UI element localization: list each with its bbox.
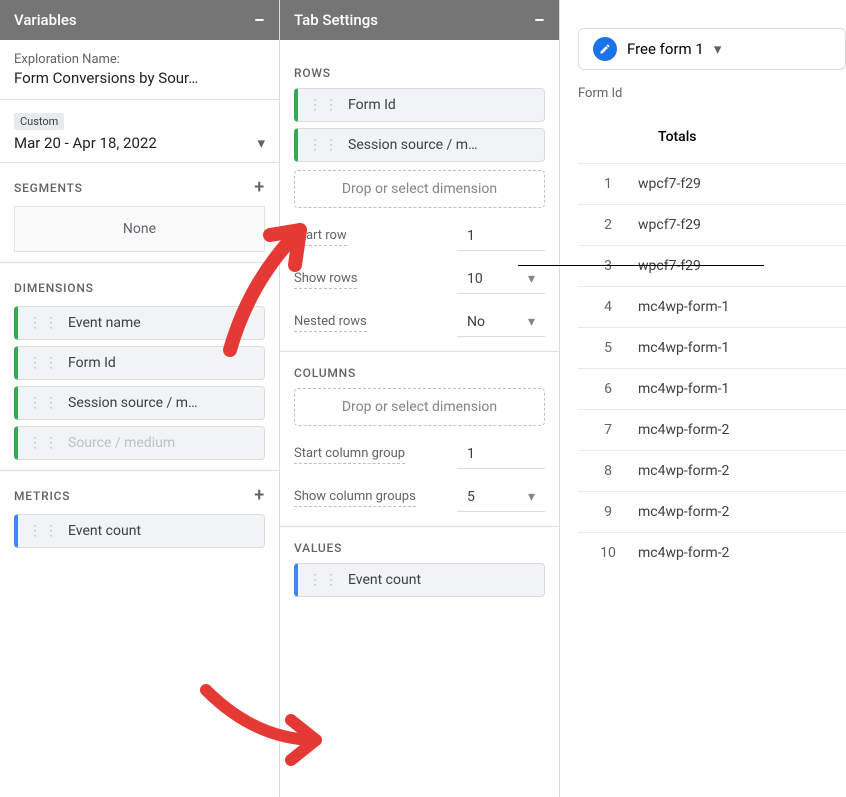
caret-down-icon: ▾ xyxy=(528,489,535,505)
start-column-group-label: Start column group xyxy=(294,446,405,464)
date-range-custom-tag: Custom xyxy=(14,113,64,130)
row-index: 5 xyxy=(578,328,638,369)
table-row[interactable]: 3wpcf7-f29 xyxy=(578,246,846,287)
show-rows-label: Show rows xyxy=(294,271,357,289)
grip-icon: ⋮⋮ xyxy=(28,523,60,539)
row-formid: mc4wp-form-2 xyxy=(638,533,846,574)
date-range-text: Mar 20 - Apr 18, 2022 xyxy=(14,134,157,152)
row-index: 9 xyxy=(578,492,638,533)
table-row[interactable]: 8mc4wp-form-2 xyxy=(578,451,846,492)
results-panel: Free form 1 ▾ Form Id Totals 1wpcf7-f292… xyxy=(560,0,846,797)
row-formid: wpcf7-f29 xyxy=(638,205,846,246)
metrics-label: METRICS xyxy=(14,489,70,503)
rows-drop-zone[interactable]: Drop or select dimension xyxy=(294,170,545,208)
row-index: 6 xyxy=(578,369,638,410)
tab-name: Free form 1 xyxy=(627,40,704,58)
grip-icon: ⋮⋮ xyxy=(28,355,60,371)
add-dimension-button[interactable]: + xyxy=(254,277,265,298)
chip-session-source-m-[interactable]: ⋮⋮Session source / m… xyxy=(294,128,545,162)
results-column-header: Form Id xyxy=(578,86,846,101)
segments-none-box[interactable]: None xyxy=(14,206,265,252)
tab-settings-header: Tab Settings − xyxy=(280,0,559,40)
add-segment-button[interactable]: + xyxy=(254,177,265,198)
row-index: 1 xyxy=(578,164,638,205)
tab-settings-title: Tab Settings xyxy=(294,11,378,29)
results-table: 1wpcf7-f292wpcf7-f293wpcf7-f294mc4wp-for… xyxy=(578,163,846,573)
row-formid: wpcf7-f29 xyxy=(638,164,846,205)
chip-source-medium[interactable]: ⋮⋮Source / medium xyxy=(14,426,265,460)
dimensions-label: DIMENSIONS xyxy=(14,281,94,295)
chip-event-count[interactable]: ⋮⋮Event count xyxy=(14,514,265,548)
caret-down-icon: ▾ xyxy=(257,134,265,152)
table-row[interactable]: 9mc4wp-form-2 xyxy=(578,492,846,533)
start-row-input[interactable]: 1 xyxy=(457,222,545,251)
date-range-picker[interactable]: Mar 20 - Apr 18, 2022 ▾ xyxy=(14,134,265,152)
nested-rows-label: Nested rows xyxy=(294,314,367,332)
chip-event-count[interactable]: ⋮⋮Event count xyxy=(294,563,545,597)
exploration-name-value[interactable]: Form Conversions by Sour… xyxy=(14,69,265,87)
start-row-label: Start row xyxy=(294,228,347,246)
table-row[interactable]: 5mc4wp-form-1 xyxy=(578,328,846,369)
chip-form-id[interactable]: ⋮⋮Form Id xyxy=(294,88,545,122)
table-row[interactable]: 1wpcf7-f29 xyxy=(578,164,846,205)
collapse-variables-icon[interactable]: − xyxy=(254,10,265,30)
variables-title: Variables xyxy=(14,11,77,29)
pencil-icon xyxy=(593,37,617,61)
table-row[interactable]: 4mc4wp-form-1 xyxy=(578,287,846,328)
row-index: 8 xyxy=(578,451,638,492)
show-column-groups-select[interactable]: 5 ▾ xyxy=(457,483,545,512)
table-row[interactable]: 2wpcf7-f29 xyxy=(578,205,846,246)
grip-icon: ⋮⋮ xyxy=(28,315,60,331)
caret-down-icon: ▾ xyxy=(528,314,535,330)
row-formid: mc4wp-form-2 xyxy=(638,410,846,451)
table-row[interactable]: 7mc4wp-form-2 xyxy=(578,410,846,451)
values-label: VALUES xyxy=(294,541,342,555)
start-column-group-input[interactable]: 1 xyxy=(457,440,545,469)
chip-event-name[interactable]: ⋮⋮Event name xyxy=(14,306,265,340)
grip-icon: ⋮⋮ xyxy=(308,572,340,588)
table-row[interactable]: 6mc4wp-form-1 xyxy=(578,369,846,410)
row-formid: mc4wp-form-1 xyxy=(638,328,846,369)
exploration-name-label: Exploration Name: xyxy=(14,52,265,67)
row-index: 10 xyxy=(578,533,638,574)
segments-label: SEGMENTS xyxy=(14,181,83,195)
table-row[interactable]: 10mc4wp-form-2 xyxy=(578,533,846,574)
variables-header: Variables − xyxy=(0,0,279,40)
chip-form-id[interactable]: ⋮⋮Form Id xyxy=(14,346,265,380)
row-formid: mc4wp-form-2 xyxy=(638,451,846,492)
grip-icon: ⋮⋮ xyxy=(308,137,340,153)
grip-icon: ⋮⋮ xyxy=(308,97,340,113)
row-formid: mc4wp-form-1 xyxy=(638,369,846,410)
row-formid: mc4wp-form-2 xyxy=(638,492,846,533)
collapse-tabsettings-icon[interactable]: − xyxy=(534,10,545,30)
nested-rows-select[interactable]: No ▾ xyxy=(457,308,545,337)
row-index: 3 xyxy=(578,246,638,287)
columns-drop-zone[interactable]: Drop or select dimension xyxy=(294,388,545,426)
grip-icon: ⋮⋮ xyxy=(28,395,60,411)
row-formid: mc4wp-form-1 xyxy=(638,287,846,328)
totals-label: Totals xyxy=(578,129,846,145)
rows-label: ROWS xyxy=(294,66,331,80)
exploration-name-text: Form Conversions by Sour… xyxy=(14,69,198,87)
variables-panel: Variables − Exploration Name: Form Conve… xyxy=(0,0,280,797)
row-index: 4 xyxy=(578,287,638,328)
row-index: 7 xyxy=(578,410,638,451)
row-formid: wpcf7-f29 xyxy=(638,246,846,287)
caret-down-icon: ▾ xyxy=(714,40,722,58)
tab-settings-panel: Tab Settings − ROWS ⋮⋮Form Id ⋮⋮Session s… xyxy=(280,0,560,797)
show-column-groups-label: Show column groups xyxy=(294,489,416,507)
grip-icon: ⋮⋮ xyxy=(28,435,60,451)
row-index: 2 xyxy=(578,205,638,246)
add-metric-button[interactable]: + xyxy=(254,485,265,506)
caret-down-icon: ▾ xyxy=(528,271,535,287)
tab-pill-freeform[interactable]: Free form 1 ▾ xyxy=(578,28,846,70)
chip-session-source-m-[interactable]: ⋮⋮Session source / m… xyxy=(14,386,265,420)
columns-label: COLUMNS xyxy=(294,366,356,380)
show-rows-select[interactable]: 10 ▾ xyxy=(457,265,545,294)
